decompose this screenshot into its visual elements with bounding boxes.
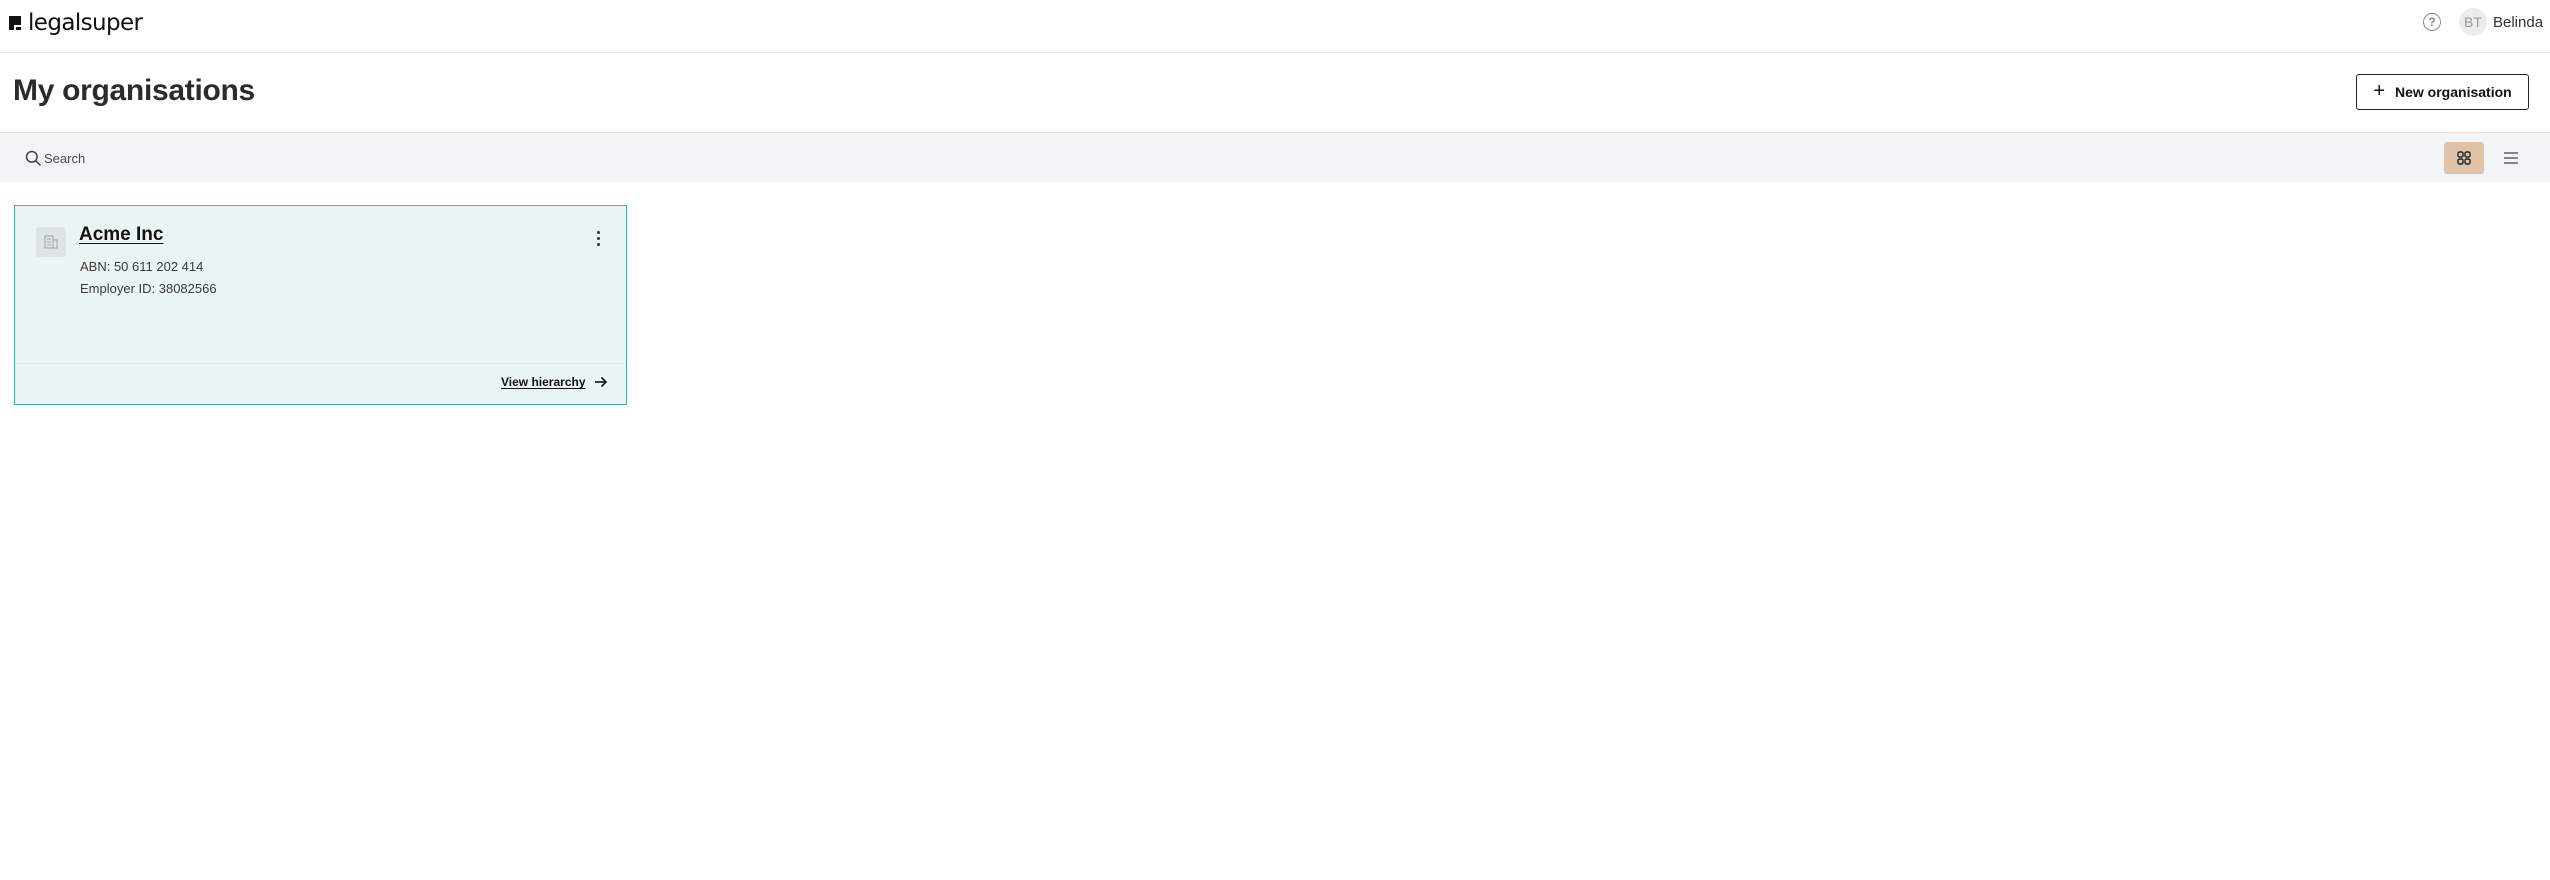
- list-icon: [2504, 152, 2518, 164]
- card-divider: [15, 363, 626, 364]
- search-input[interactable]: [44, 147, 644, 169]
- page-title: My organisations: [13, 74, 255, 107]
- avatar[interactable]: BT: [2459, 8, 2487, 36]
- building-icon: [36, 227, 66, 257]
- grid-view-button[interactable]: [2444, 142, 2484, 174]
- arrow-right-icon: [594, 376, 607, 388]
- search-icon: [25, 150, 41, 166]
- help-icon[interactable]: ?: [2423, 13, 2441, 31]
- logo-mark-icon: [9, 16, 21, 30]
- view-hierarchy-link[interactable]: View hierarchy: [501, 375, 608, 389]
- new-organisation-label: New organisation: [2395, 84, 2512, 100]
- logo[interactable]: legalsuper: [6, 10, 143, 36]
- organisation-abn: ABN: 50 611 202 414: [80, 259, 204, 274]
- list-view-button[interactable]: [2491, 142, 2531, 174]
- top-bar: legalsuper ? BT Belinda: [0, 0, 2550, 53]
- logo-text: legalsuper: [28, 10, 143, 36]
- plus-icon: +: [2373, 80, 2385, 102]
- grid-icon: [2457, 151, 2471, 165]
- organisation-employer-id: Employer ID: 38082566: [80, 281, 217, 296]
- organisation-name[interactable]: Acme Inc: [79, 224, 163, 246]
- more-options-icon[interactable]: [590, 226, 606, 250]
- user-name[interactable]: Belinda: [2493, 14, 2543, 31]
- view-hierarchy-label: View hierarchy: [501, 375, 586, 389]
- search-bar: [0, 132, 2550, 182]
- new-organisation-button[interactable]: + New organisation: [2356, 74, 2529, 110]
- organisation-card[interactable]: Acme Inc ABN: 50 611 202 414 Employer ID…: [14, 205, 627, 405]
